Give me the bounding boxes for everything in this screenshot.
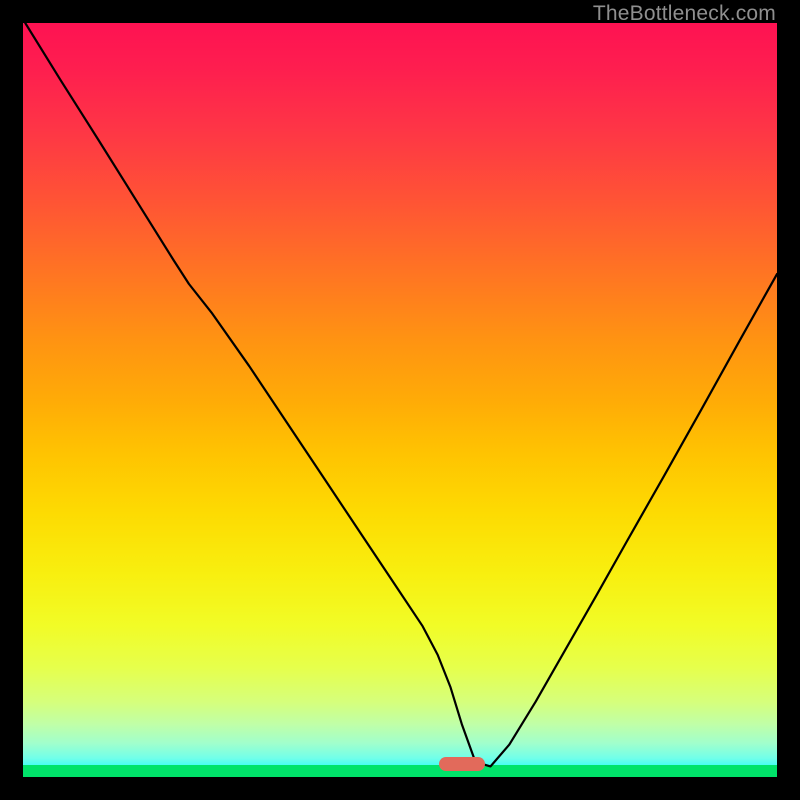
bottleneck-curve bbox=[23, 23, 777, 777]
optimal-point-marker bbox=[439, 757, 485, 771]
plot-area bbox=[23, 23, 777, 777]
chart-frame: TheBottleneck.com bbox=[0, 0, 800, 800]
watermark-text: TheBottleneck.com bbox=[593, 2, 776, 26]
